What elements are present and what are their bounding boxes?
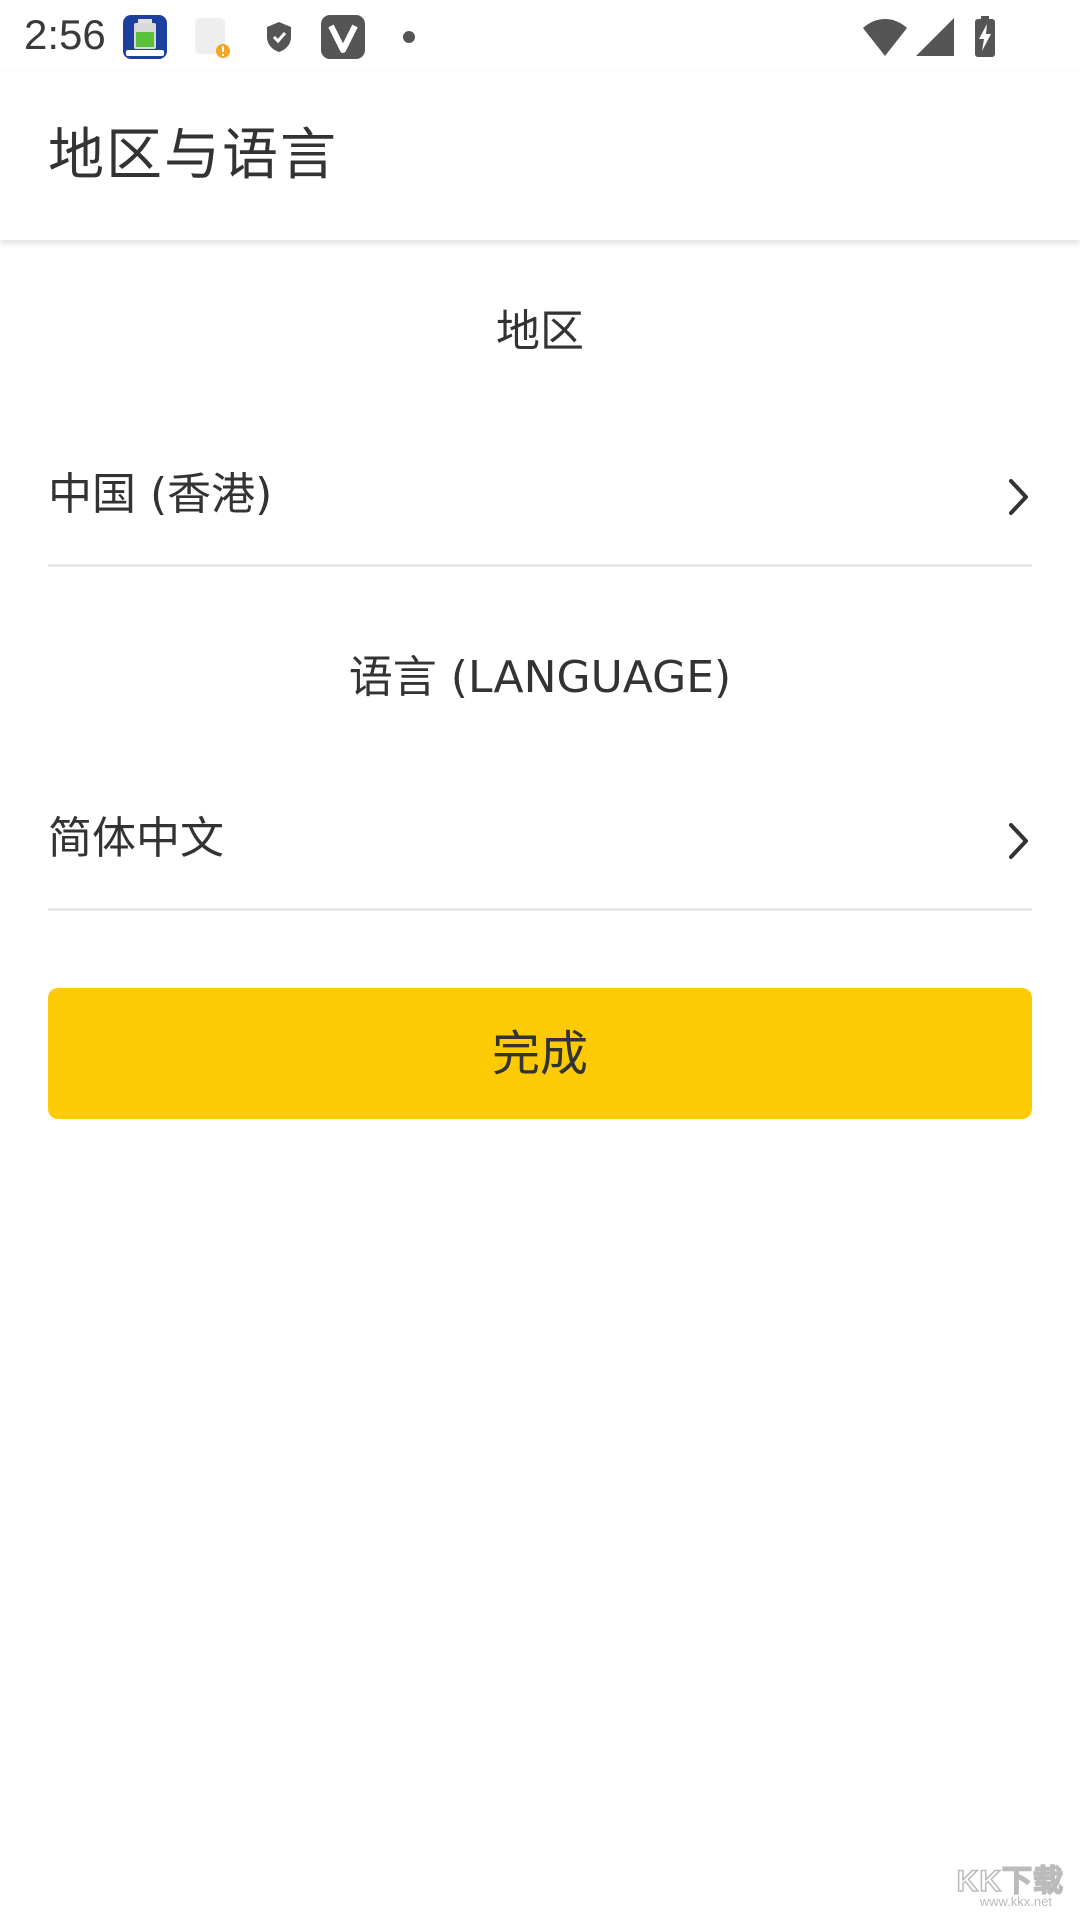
region-value: 中国 (香港): [48, 469, 273, 520]
divider: [48, 564, 1032, 567]
status-time: 2:56: [24, 11, 106, 58]
battery-charging-icon: [975, 16, 995, 57]
shield-icon: [267, 22, 291, 52]
region-section-header: 地区: [496, 306, 584, 357]
dot-icon: [403, 31, 415, 43]
language-value: 简体中文: [48, 813, 224, 864]
battery-app-icon: [123, 15, 167, 59]
language-section-header: 语言 (LANGUAGE): [348, 652, 732, 703]
watermark: KK下载 www.kkx.net: [946, 1856, 1064, 1912]
wifi-icon: [863, 19, 907, 56]
region-selector-row[interactable]: 中国 (香港): [48, 427, 1032, 567]
chevron-right-icon: [1009, 479, 1028, 515]
app-bar: 地区与语言: [0, 72, 1080, 240]
divider: [48, 908, 1032, 911]
chevron-right-icon: [1009, 823, 1028, 859]
done-button[interactable]: 完成: [48, 988, 1032, 1119]
v-app-icon: [321, 15, 365, 59]
notification-warning-icon: [195, 18, 230, 58]
screen: 2:56 地区与语言 地区 中国 (香港) 语言 (LANGUAGE) 简体中文…: [0, 0, 1080, 1920]
status-bar: 2:56: [0, 0, 1080, 72]
cellular-signal-icon: [916, 18, 954, 56]
language-selector-row[interactable]: 简体中文: [48, 771, 1032, 911]
watermark-url: www.kkx.net: [979, 1894, 1052, 1909]
page-title: 地区与语言: [48, 123, 338, 188]
